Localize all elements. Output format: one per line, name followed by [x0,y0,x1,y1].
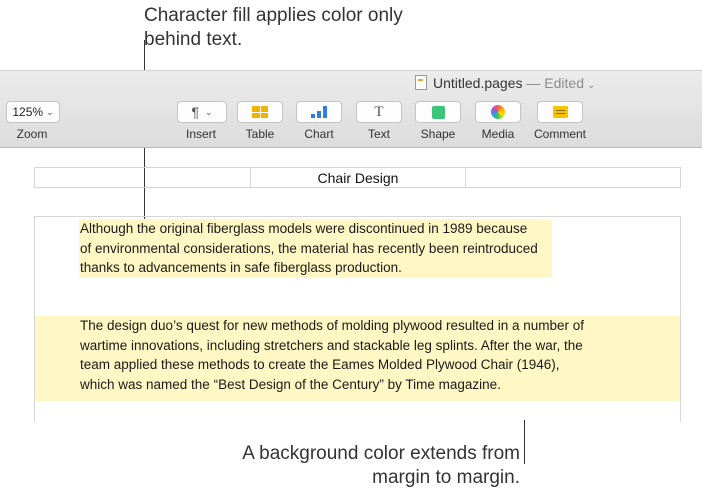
chart-button[interactable] [296,101,342,123]
zoom-value: 125% [12,105,44,119]
document-header-table: Chair Design [34,167,681,188]
window-title: Untitled.pages — Edited ⌄ [415,75,595,91]
header-cell-right[interactable] [466,168,680,187]
edited-status[interactable]: Edited [544,75,584,91]
shape-button[interactable] [415,101,461,123]
chevron-down-icon[interactable]: ⌄ [587,80,595,91]
text-button[interactable]: T [356,101,402,123]
pilcrow-icon: ¶ [191,104,199,120]
paragraph-character-fill[interactable]: Although the original fiberglass models … [79,219,552,278]
document-icon [415,75,427,90]
shape-icon [431,105,445,119]
comment-button[interactable] [537,101,583,123]
media-button[interactable] [475,101,521,123]
chevron-down-icon: ⌄ [204,106,213,117]
callout-background-color: A background color extends from margin t… [242,443,520,488]
zoom-button[interactable]: 125% ⌄ [6,101,60,123]
title-separator: — [522,75,545,91]
paragraph-background-fill[interactable]: The design duo’s quest for new methods o… [35,316,680,401]
comment-icon [552,106,568,118]
paragraph-text: The design duo’s quest for new methods o… [80,318,585,392]
table-button[interactable] [237,101,283,123]
header-cell-left[interactable] [35,168,251,187]
insert-button[interactable]: ¶ ⌄ [177,101,227,123]
zoom-label: Zoom [16,127,48,141]
chevron-down-icon: ⌄ [46,106,54,117]
callout-leader-line-bottom [524,420,525,464]
media-label: Media [481,127,515,141]
header-cell-center[interactable]: Chair Design [251,168,466,187]
text-icon: T [374,103,384,120]
comment-label: Comment [533,127,586,141]
document-body: Although the original fiberglass models … [34,216,681,422]
callout-character-fill: Character fill applies color only behind… [144,5,403,50]
chart-icon [311,106,327,118]
media-icon [491,105,505,119]
document-name[interactable]: Untitled.pages [433,75,523,91]
table-icon [252,106,268,118]
